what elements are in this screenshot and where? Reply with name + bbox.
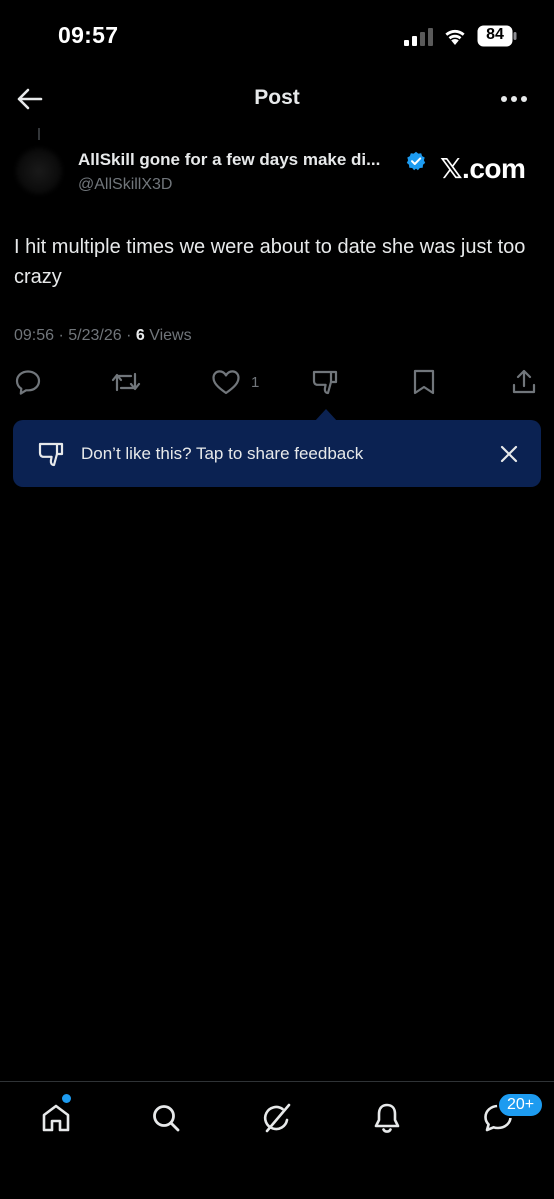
dislike-button[interactable] [311,366,341,398]
author-name[interactable]: AllSkill gone for a few days make di... [78,150,380,170]
share-button[interactable] [510,366,538,398]
repost-icon [111,372,141,392]
search-icon [153,1105,180,1132]
like-count: 1 [251,373,260,391]
post-timestamp: 09:56 · 5/23/26 · [14,327,136,344]
cellular-signal-icon [404,28,433,46]
bottom-nav: 20+ [0,1081,554,1199]
page-title: Post [254,86,300,109]
like-button[interactable]: 1 [211,366,259,398]
reply-icon [15,370,41,395]
nav-notifications[interactable] [367,1098,407,1138]
views-label: Views [144,327,192,344]
feedback-banner-text[interactable]: Don’t like this? Tap to share feedback [81,444,363,464]
verified-badge-icon [406,151,426,171]
messages-badge: 20+ [497,1092,545,1118]
nav-search[interactable] [146,1098,186,1138]
thread-line [38,128,40,140]
reply-button[interactable] [14,366,42,398]
post-text: I hit multiple times we were about to da… [14,236,526,288]
home-icon [42,1104,70,1132]
header: Post [0,72,554,126]
avatar[interactable] [16,148,62,194]
views-count[interactable]: 6 [136,327,145,344]
wifi-icon [445,29,465,45]
status-time: 09:57 [58,22,119,48]
grok-icon [263,1103,291,1133]
more-options-button[interactable] [497,86,531,112]
close-icon [500,445,518,463]
battery-level: 84 [486,26,504,43]
heart-icon [212,370,240,395]
home-notification-dot [62,1094,71,1103]
nav-home[interactable] [36,1098,76,1138]
post-actions: 1 [0,366,554,400]
close-banner-button[interactable] [495,440,523,468]
bell-icon [374,1103,400,1133]
bookmark-icon [413,369,435,395]
source-label: 𝕏.com [440,153,526,184]
share-icon [512,369,536,394]
bookmark-button[interactable] [411,366,437,398]
status-bar: 09:57 84 [0,0,554,72]
nav-grok[interactable] [257,1098,297,1138]
author-handle[interactable]: @AllSkillX3D [78,176,172,194]
repost-button[interactable] [110,366,142,398]
feedback-banner[interactable]: Don’t like this? Tap to share feedback [13,420,541,487]
thumbs-down-icon [38,442,64,467]
post-meta: 09:56 · 5/23/26 · 6 Views [14,327,192,345]
thumbs-down-icon [312,370,338,395]
battery-icon: 84 [477,25,517,47]
more-icon [501,96,527,102]
